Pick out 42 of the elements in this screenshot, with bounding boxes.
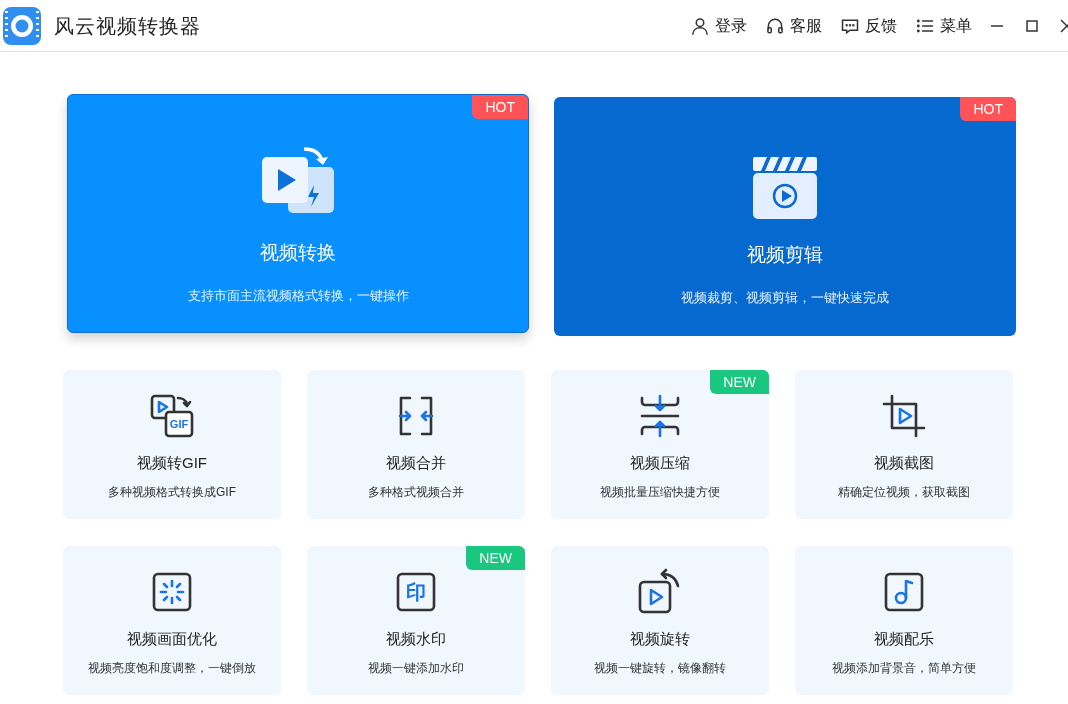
tool-description: 视频一键添加水印 [368,659,464,677]
tool-card[interactable]: 视频合并 多种格式视频合并 [307,370,525,519]
badge: NEW [466,546,525,570]
tool-card[interactable]: NEW 视频压缩 视频批量压缩快捷方便 [551,370,769,519]
tool-card[interactable]: NEW 印 视频水印 视频一键添加水印 [307,546,525,695]
tool-description: 多种格式视频合并 [368,483,464,501]
app-title: 风云视频转换器 [54,13,201,39]
tool-card[interactable]: GIF 视频转GIF 多种视频格式转换成GIF [63,370,281,519]
tool-description: 多种视频格式转换成GIF [108,483,236,501]
feature-card[interactable]: HOT 视频剪辑 视频裁剪、视频剪辑，一键快速完成 [554,97,1016,336]
tool-title: 视频合并 [386,453,446,473]
tool-description: 视频批量压缩快捷方便 [600,483,720,501]
clapperboard-icon [753,157,817,219]
tool-card[interactable]: 视频旋转 视频一键旋转，镜像翻转 [551,546,769,695]
tool-title: 视频水印 [386,629,446,649]
maximize-icon[interactable] [1026,19,1038,32]
tool-title: 视频压缩 [630,453,690,473]
nav-button[interactable]: 菜单 [915,13,972,38]
tool-description: 精确定位视频，获取截图 [838,483,970,501]
tool-card[interactable]: 视频配乐 视频添加背景音，简单方便 [795,546,1013,695]
tool-title: 视频转GIF [137,453,207,473]
tool-description: 视频添加背景音，简单方便 [832,659,976,677]
card-title: 视频剪辑 [747,243,823,267]
user-icon [690,15,710,36]
nav-button[interactable]: 登录 [690,13,747,38]
card-title: 视频转换 [260,241,336,265]
card-description: 视频裁剪、视频剪辑，一键快速完成 [681,288,889,307]
badge: HOT [472,95,528,119]
tool-description: 视频亮度饱和度调整，一键倒放 [88,659,256,677]
badge: NEW [710,370,769,394]
nav-button[interactable]: 反馈 [840,13,897,38]
nav-button[interactable]: 客服 [765,13,822,38]
tool-description: 视频一键旋转，镜像翻转 [594,659,726,677]
tool-title: 视频配乐 [874,629,934,649]
tool-title: 视频旋转 [630,629,690,649]
tool-card[interactable]: 视频画面优化 视频亮度饱和度调整，一键倒放 [63,546,281,695]
card-description: 支持市面主流视频格式转换，一键操作 [187,286,409,305]
tool-title: 视频截图 [874,453,934,473]
crop-icon [880,392,928,440]
badge: HOT [960,97,1016,121]
tool-title: 视频画面优化 [127,629,217,649]
tool-card[interactable]: 视频截图 精确定位视频，获取截图 [795,370,1013,519]
